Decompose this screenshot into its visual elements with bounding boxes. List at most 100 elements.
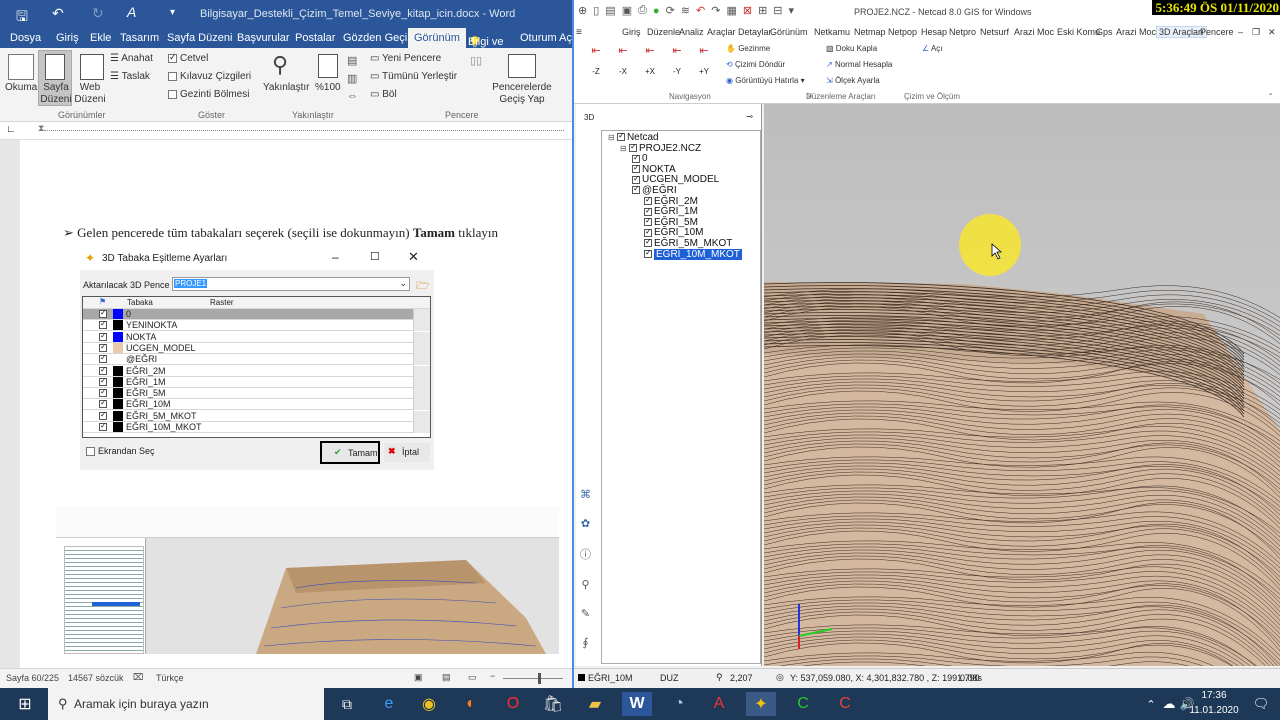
pencerelerde-gecis-button[interactable]: Pencerelerde Geçiş Yap — [490, 82, 554, 106]
opera-icon[interactable]: O — [498, 692, 528, 716]
tree-checkbox[interactable] — [644, 237, 652, 248]
tree-checkbox[interactable] — [632, 153, 640, 163]
read-mode-icon[interactable] — [8, 54, 34, 80]
dropdown-icon[interactable]: ▾ — [789, 4, 795, 17]
format-painter-icon[interactable]: A — [127, 4, 136, 20]
tumunu-yerlestir-button[interactable]: ▭ Tümünü Yerleştir — [370, 71, 457, 82]
raster-cell[interactable] — [413, 410, 430, 422]
indent-marker-icon[interactable]: ⧗ — [38, 123, 44, 134]
proofing-icon[interactable]: ⌧ — [133, 672, 143, 683]
layer-color-swatch[interactable] — [113, 410, 123, 421]
save-icon[interactable]: 🖫 — [16, 6, 28, 30]
bol-button[interactable]: ▭ Böl — [370, 89, 397, 100]
layer-checkbox[interactable] — [99, 410, 107, 420]
raster-cell[interactable] — [413, 399, 430, 411]
edge-icon[interactable]: e — [374, 692, 404, 716]
close-icon[interactable]: ✕ — [1268, 27, 1276, 38]
layer-row[interactable]: EĞRI_5M_MKOT — [83, 410, 430, 422]
ntab-netpro[interactable]: Netpro — [949, 27, 976, 37]
tree-checkbox[interactable] — [644, 227, 652, 237]
save-icon[interactable]: ▣ — [622, 4, 632, 17]
open-icon[interactable]: ▤ — [605, 4, 615, 17]
tree-item[interactable]: EĞRI_10M — [644, 227, 703, 238]
ntab-duzenle[interactable]: Düzenle — [647, 27, 680, 37]
redo-icon[interactable]: ↷ — [711, 4, 720, 17]
search-icon[interactable]: ⚲ — [272, 52, 288, 78]
layer-row[interactable]: YENINOKTA — [83, 319, 430, 332]
minimize-icon[interactable]: – — [1238, 27, 1243, 37]
zoom-slider-thumb[interactable] — [538, 673, 541, 684]
raster-cell[interactable] — [413, 331, 430, 343]
tab-stop-icon[interactable]: ∟ — [6, 124, 16, 135]
nav-button[interactable]: ⇤ -Z — [584, 44, 608, 84]
notification-icon[interactable]: 🗨 — [1246, 692, 1276, 716]
layer-color-swatch[interactable] — [113, 365, 123, 376]
recorder-icon[interactable]: C — [830, 692, 860, 716]
ntab-analiz[interactable]: Analiz — [679, 27, 704, 37]
kilavuz-checkbox[interactable]: Kılavuz Çizgileri — [168, 71, 251, 82]
iptal-button[interactable]: ✖ İptal — [384, 443, 430, 462]
raster-cell[interactable] — [413, 320, 430, 332]
snap-icon[interactable]: ⊞ — [758, 4, 767, 17]
undo-icon[interactable]: ↶ — [52, 5, 64, 22]
tab-giris[interactable]: Giriş — [56, 32, 79, 44]
restore-icon[interactable]: ❐ — [1252, 27, 1260, 38]
tab-gozden-gecir[interactable]: Gözden Geçir — [343, 32, 411, 44]
nav-button[interactable]: ⇤ -X — [611, 44, 635, 84]
tab-gorunum[interactable]: Görünüm — [408, 28, 466, 48]
palette-icon[interactable]: ✿ — [581, 517, 590, 530]
ntab-gps[interactable]: Gps — [1096, 27, 1113, 37]
raster-cell[interactable] — [413, 422, 430, 433]
word-count[interactable]: 14567 sözcük — [68, 673, 124, 683]
print-icon[interactable]: ⎙ — [638, 4, 647, 17]
search-icon[interactable]: ⚲ — [581, 578, 589, 591]
layer-color-swatch[interactable] — [113, 399, 123, 410]
undo-icon[interactable]: ↶ — [696, 4, 705, 17]
layer-color-swatch[interactable] — [113, 331, 123, 342]
clock-date[interactable]: 11.01.2020 — [1184, 705, 1244, 716]
layer-checkbox[interactable] — [99, 308, 107, 318]
taslak-button[interactable]: ☰ Taslak — [110, 71, 150, 82]
tree-checkbox[interactable] — [628, 142, 637, 152]
layer-checkbox[interactable] — [99, 398, 107, 409]
tab-sayfa-duzeni[interactable]: Sayfa Düzeni — [167, 32, 232, 44]
clock-time[interactable]: 17:36 — [1192, 690, 1236, 701]
web-layout-status-icon[interactable]: ▭ — [468, 672, 477, 683]
zoom-100-button[interactable]: %100 — [315, 82, 341, 93]
ntab-araclar[interactable]: Araçlar — [707, 27, 736, 37]
media-icon[interactable]: ◔ — [664, 692, 694, 716]
cizimi-dondur-button[interactable]: ⟲ Çizimi Döndür — [726, 60, 785, 69]
tree-checkbox[interactable] — [632, 174, 640, 184]
switch-windows-icon[interactable] — [508, 54, 536, 78]
ntab-netsurf[interactable]: Netsurf — [980, 27, 1009, 37]
layer-row[interactable]: NOKTA — [83, 331, 430, 343]
doku-kapla-button[interactable]: ▧ Doku Kapla — [826, 44, 877, 53]
layer-checkbox[interactable] — [99, 331, 107, 341]
raster-cell[interactable] — [413, 376, 430, 388]
anahat-button[interactable]: ☰ Anahat — [110, 53, 153, 64]
web-duzeni-button[interactable]: Web Düzeni — [74, 82, 106, 106]
ntab-detaylar[interactable]: Detaylar — [738, 27, 772, 37]
tab-tasarim[interactable]: Tasarım — [120, 32, 159, 44]
ntab-3d-araclari[interactable]: 3D Araçları — [1156, 26, 1207, 38]
layers-icon[interactable]: ≋ — [681, 4, 690, 17]
chrome-icon[interactable]: ◉ — [414, 692, 444, 716]
raster-cell[interactable] — [413, 365, 430, 377]
store-icon[interactable]: 🛍 — [538, 692, 568, 716]
word-taskbar-icon[interactable]: W — [622, 692, 652, 716]
ntab-netmap[interactable]: Netmap — [854, 27, 886, 37]
layer-color-swatch[interactable] — [113, 376, 123, 387]
minimize-icon[interactable]: – — [332, 250, 339, 264]
one-page-icon[interactable]: ▤ — [347, 54, 357, 67]
raster-cell[interactable] — [413, 342, 430, 354]
new-file-icon[interactable]: ▯ — [593, 4, 599, 17]
horizontal-ruler[interactable]: ∟ ⧗ — [0, 122, 572, 140]
layer-color-swatch[interactable] — [113, 388, 123, 399]
layer-color-swatch[interactable] — [113, 422, 123, 432]
ntab-eski-komu[interactable]: Eski Komu — [1057, 27, 1100, 37]
yeni-pencere-button[interactable]: ▭ Yeni Pencere — [370, 53, 441, 64]
layer-color-swatch[interactable] — [113, 320, 123, 331]
side-by-side-icon[interactable]: ▯▯ — [470, 54, 482, 67]
gezinti-checkbox[interactable]: Gezinti Bölmesi — [168, 89, 249, 100]
dialog-launcher-icon[interactable]: ⇲ — [806, 92, 812, 100]
